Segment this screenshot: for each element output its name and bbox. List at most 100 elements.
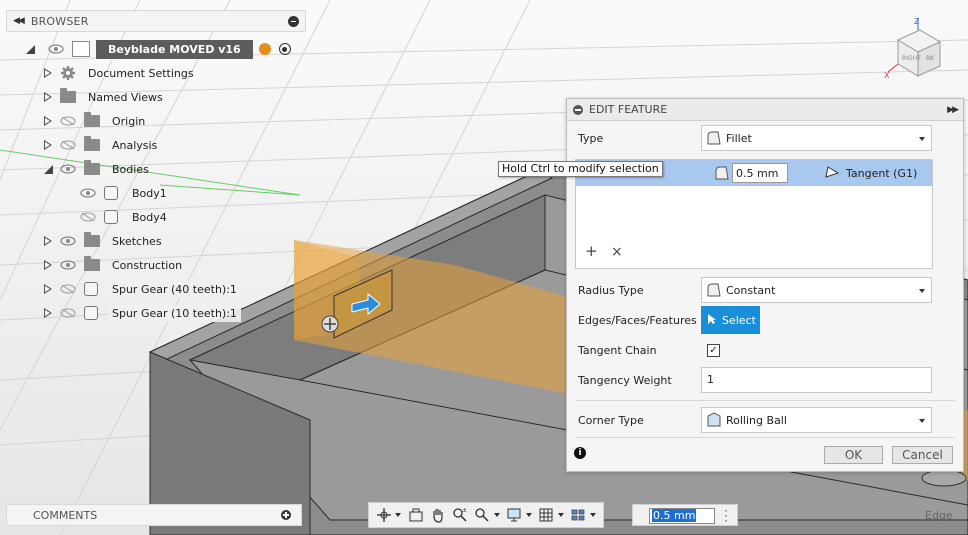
- corner-type-dropdown[interactable]: Rolling Ball: [701, 407, 932, 433]
- folder-icon: [84, 136, 100, 151]
- browser-item-label: Body1: [132, 186, 167, 200]
- tangent-chain-row: Tangent Chain ✓: [567, 336, 963, 364]
- radius-type-row: Radius Type Constant: [567, 276, 963, 304]
- browser-item-origin[interactable]: Origin: [42, 110, 145, 132]
- warning-badge-icon[interactable]: [258, 43, 271, 55]
- look-at-icon[interactable]: [405, 505, 426, 525]
- continuity-value: Tangent (G1): [846, 167, 918, 180]
- axis-x-label: X: [884, 71, 890, 80]
- expand-arrow-icon[interactable]: [42, 91, 54, 103]
- body-icon: [104, 186, 118, 200]
- expand-arrow-icon[interactable]: [42, 139, 54, 151]
- expand-arrow-icon[interactable]: [42, 283, 54, 295]
- browser-item-label: Spur Gear (40 teeth):1: [108, 280, 241, 298]
- dialog-minimize-icon[interactable]: [573, 104, 583, 115]
- ok-button[interactable]: OK: [824, 446, 883, 464]
- browser-item-named-views[interactable]: Named Views: [42, 86, 163, 108]
- expand-arrow-icon[interactable]: [42, 235, 54, 247]
- browser-item-analysis[interactable]: Analysis: [42, 134, 157, 156]
- display-settings-icon[interactable]: [504, 505, 525, 525]
- expand-arrow-icon[interactable]: [42, 115, 54, 127]
- zoom-icon[interactable]: ±: [449, 505, 470, 525]
- expand-arrow-icon[interactable]: [42, 67, 54, 79]
- chevron-down-icon[interactable]: [395, 513, 402, 517]
- remove-selection-button[interactable]: ×: [611, 244, 623, 260]
- eye-hidden-icon[interactable]: [60, 283, 76, 295]
- distance-input[interactable]: 0.5 mm: [649, 508, 715, 524]
- browser-item-document-settings[interactable]: Document Settings: [42, 62, 194, 84]
- orbit-icon[interactable]: [373, 505, 394, 525]
- comments-panel[interactable]: COMMENTS: [6, 504, 302, 526]
- corner-type-row: Corner Type Rolling Ball: [567, 406, 963, 434]
- expand-arrow-icon[interactable]: [42, 259, 54, 271]
- viewports-icon[interactable]: [568, 505, 589, 525]
- dialog-header[interactable]: EDIT FEATURE ▶▶: [567, 99, 963, 121]
- eye-icon[interactable]: [60, 259, 76, 271]
- viewcube-right-text: RIGHT: [902, 55, 921, 62]
- browser-item-body1[interactable]: Body1: [80, 182, 167, 204]
- tangent-chain-checkbox[interactable]: ✓: [707, 343, 720, 357]
- viewcube-back-text: BK: [926, 55, 935, 62]
- eye-icon[interactable]: [60, 235, 76, 247]
- browser-item-label: Document Settings: [88, 66, 194, 80]
- eye-hidden-icon[interactable]: [80, 211, 96, 223]
- browser-item-label: Named Views: [88, 90, 163, 104]
- grid-icon[interactable]: [536, 505, 557, 525]
- cancel-button[interactable]: Cancel: [892, 446, 953, 464]
- add-selection-button[interactable]: +: [585, 242, 598, 260]
- collapse-arrow-icon[interactable]: [42, 163, 54, 175]
- eye-icon[interactable]: [80, 187, 96, 199]
- edges-label: Edges/Faces/Features: [578, 313, 697, 327]
- pan-icon[interactable]: [427, 505, 448, 525]
- fit-zoom-icon[interactable]: [472, 505, 493, 525]
- collapse-panel-icon[interactable]: ◀◀: [13, 16, 25, 26]
- more-options-icon[interactable]: · · ·: [724, 505, 728, 527]
- folder-icon: [84, 232, 100, 247]
- manipulator-handle-icon[interactable]: [321, 315, 339, 333]
- type-dropdown[interactable]: Fillet: [701, 125, 932, 151]
- browser-title: BROWSER: [30, 14, 89, 28]
- browser-header[interactable]: ◀◀ BROWSER: [6, 10, 306, 32]
- tangency-weight-input[interactable]: 1: [701, 367, 932, 393]
- folder-icon: [84, 256, 100, 271]
- browser-item-sketches[interactable]: Sketches: [42, 230, 162, 252]
- eye-hidden-icon[interactable]: [60, 307, 76, 319]
- activate-radio-icon[interactable]: [278, 43, 291, 55]
- chevron-down-icon[interactable]: [493, 513, 500, 517]
- tangent-icon: [824, 165, 840, 182]
- eye-icon[interactable]: [60, 163, 76, 175]
- continuity-dropdown[interactable]: Tangent (G1): [824, 165, 917, 182]
- chevron-down-icon[interactable]: [557, 513, 564, 517]
- edges-select-button[interactable]: Select: [701, 306, 760, 334]
- browser-item-label: Body4: [132, 210, 167, 224]
- edit-feature-dialog[interactable]: EDIT FEATURE ▶▶ Type Fillet 0.5 mm Tange…: [566, 98, 964, 472]
- radius-input[interactable]: 0.5 mm: [732, 163, 788, 183]
- browser-root-item[interactable]: Beyblade MOVED v16: [24, 38, 291, 60]
- chevron-down-icon: [919, 289, 925, 293]
- expand-arrow-icon[interactable]: [42, 307, 54, 319]
- browser-item-spur-gear-40[interactable]: Spur Gear (40 teeth):1: [42, 278, 241, 300]
- browser-item-label: Sketches: [112, 234, 162, 248]
- collapse-arrow-icon[interactable]: [24, 43, 36, 55]
- radius-type-dropdown[interactable]: Constant: [701, 277, 932, 303]
- document-icon: [72, 41, 90, 57]
- eye-hidden-icon[interactable]: [60, 115, 76, 127]
- info-icon[interactable]: i: [574, 447, 586, 459]
- axis-z-label: Z: [914, 17, 920, 26]
- chevron-down-icon[interactable]: [525, 513, 532, 517]
- browser-item-body4[interactable]: Body4: [80, 206, 167, 228]
- browser-item-label: Construction: [112, 258, 183, 272]
- type-value: Fillet: [726, 131, 752, 145]
- browser-minimize-icon[interactable]: [288, 15, 299, 27]
- dialog-expand-icon[interactable]: ▶▶: [947, 105, 959, 115]
- eye-hidden-icon[interactable]: [60, 139, 76, 151]
- browser-item-construction[interactable]: Construction: [42, 254, 182, 276]
- select-label: Select: [722, 313, 756, 327]
- browser-item-spur-gear-10[interactable]: Spur Gear (10 teeth):1: [42, 302, 241, 324]
- chevron-down-icon[interactable]: [590, 513, 596, 517]
- add-comment-icon[interactable]: [281, 510, 291, 520]
- browser-item-bodies[interactable]: Bodies: [42, 158, 149, 180]
- eye-icon[interactable]: [48, 43, 64, 55]
- edges-row: Edges/Faces/Features Select: [567, 306, 963, 334]
- distance-input-value: 0.5 mm: [652, 509, 697, 522]
